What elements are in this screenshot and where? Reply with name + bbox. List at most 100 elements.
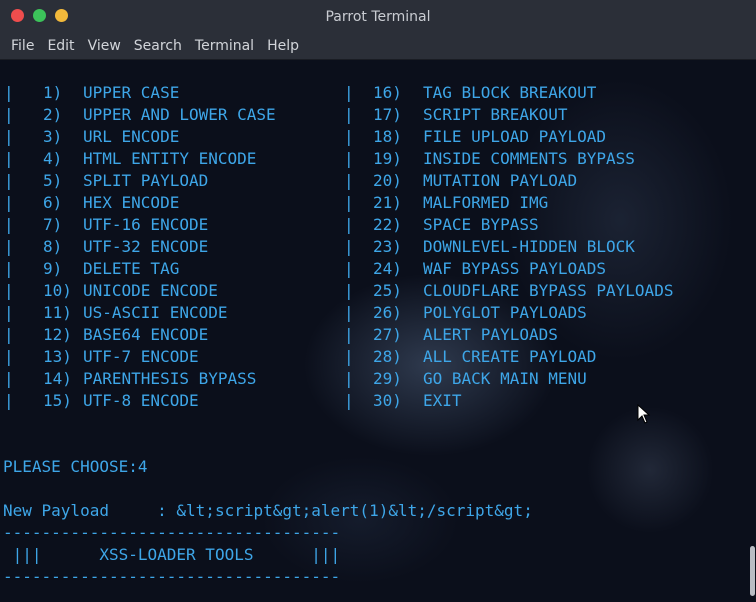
option-label: MALFORMED IMG (423, 193, 549, 212)
option-label: UPPER AND LOWER CASE (83, 105, 276, 124)
row-left-border: | (4, 325, 14, 344)
option-label: EXIT (423, 391, 462, 410)
column-separator: | (344, 127, 354, 146)
option-label: UTF-16 ENCODE (83, 215, 209, 234)
row-left-border: | (4, 215, 14, 234)
banner-bottom-dashes: ----------------------------------- (3, 567, 341, 586)
option-number: 24) (373, 259, 402, 278)
option-number: 13) (43, 347, 72, 366)
choice-prompt: PLEASE CHOOSE:4 (3, 457, 148, 476)
option-label: SPLIT PAYLOAD (83, 171, 209, 190)
option-label: HEX ENCODE (83, 193, 180, 212)
row-left-border: | (4, 83, 14, 102)
option-number: 14) (43, 369, 72, 388)
option-label: US-ASCII ENCODE (83, 303, 228, 322)
option-number: 19) (373, 149, 402, 168)
option-number: 12) (43, 325, 72, 344)
option-label: DOWNLEVEL-HIDDEN BLOCK (423, 237, 635, 256)
option-label: SPACE BYPASS (423, 215, 539, 234)
menu-bar: File Edit View Search Terminal Help (0, 33, 756, 60)
option-number: 11) (43, 303, 72, 322)
row-left-border: | (4, 237, 14, 256)
row-left-border: | (4, 171, 14, 190)
option-number: 17) (373, 105, 402, 124)
banner-right-bars: ||| (311, 545, 341, 564)
column-separator: | (344, 215, 354, 234)
column-separator: | (344, 391, 354, 410)
payload-line: New Payload : &lt;script&gt;alert(1)&lt;… (3, 500, 533, 522)
menu-terminal[interactable]: Terminal (195, 38, 254, 54)
banner-title-line: ||| XSS-LOADER TOOLS ||| (3, 544, 341, 566)
option-label: ALERT PAYLOADS (423, 325, 558, 344)
menu-row: | 2) UPPER AND LOWER CASE | 17) SCRIPT BREAKO… (0, 104, 756, 126)
banner-left-bars: ||| (12, 545, 42, 564)
option-number: 20) (373, 171, 402, 190)
row-left-border: | (4, 127, 14, 146)
banner-title: XSS-LOADER TOOLS (99, 545, 254, 564)
menu-edit[interactable]: Edit (47, 38, 74, 54)
option-number: 30) (373, 391, 402, 410)
row-left-border: | (4, 149, 14, 168)
option-number: 5) (43, 171, 63, 190)
row-left-border: | (4, 281, 14, 300)
option-label: BASE64 ENCODE (83, 325, 209, 344)
option-label: UTF-32 ENCODE (83, 237, 209, 256)
banner-top-dashes: ----------------------------------- (3, 523, 341, 542)
option-label: FILE UPLOAD PAYLOAD (423, 127, 607, 146)
option-number: 4) (43, 149, 63, 168)
column-separator: | (344, 105, 354, 124)
row-left-border: | (4, 391, 14, 410)
option-label: UNICODE ENCODE (83, 281, 218, 300)
row-left-border: | (4, 193, 14, 212)
payload-label: New Payload : (3, 501, 167, 520)
menu-row: | 9) DELETE TAG | 24) WAF BYPASS PAYLOADS (0, 258, 756, 280)
title-bar: Parrot Terminal (0, 0, 756, 34)
menu-row: | 4) HTML ENTITY ENCODE | 19) INSIDE COMMENTS… (0, 148, 756, 170)
menu-row: | 11) US-ASCII ENCODE | 26) POLYGLOT PAYLOADS (0, 302, 756, 324)
column-separator: | (344, 281, 354, 300)
option-label: ALL CREATE PAYLOAD (423, 347, 597, 366)
option-number: 3) (43, 127, 63, 146)
column-separator: | (344, 325, 354, 344)
option-label: INSIDE COMMENTS BYPASS (423, 149, 635, 168)
menu-row: | 7) UTF-16 ENCODE | 22) SPACE BYPASS (0, 214, 756, 236)
terminal-output[interactable]: PLEASE CHOOSE:4 New Payload : &lt;script… (0, 60, 756, 602)
column-separator: | (344, 259, 354, 278)
option-number: 6) (43, 193, 63, 212)
scrollbar[interactable] (748, 60, 756, 602)
option-number: 18) (373, 127, 402, 146)
row-left-border: | (4, 369, 14, 388)
option-number: 23) (373, 237, 402, 256)
option-label: TAG BLOCK BREAKOUT (423, 83, 597, 102)
option-number: 16) (373, 83, 402, 102)
option-label: URL ENCODE (83, 127, 180, 146)
menu-row: | 6) HEX ENCODE | 21) MALFORMED IMG (0, 192, 756, 214)
menu-file[interactable]: File (11, 38, 34, 54)
payload-value: &lt;script&gt;alert(1)&lt;/script&gt; (176, 501, 533, 520)
row-left-border: | (4, 347, 14, 366)
option-label: SCRIPT BREAKOUT (423, 105, 568, 124)
menu-row: | 3) URL ENCODE | 18) FILE UPLOAD PAYLOAD (0, 126, 756, 148)
row-left-border: | (4, 259, 14, 278)
option-number: 25) (373, 281, 402, 300)
option-label: POLYGLOT PAYLOADS (423, 303, 587, 322)
option-number: 21) (373, 193, 402, 212)
menu-row: | 8) UTF-32 ENCODE | 23) DOWNLEVEL-HIDDEN BLO… (0, 236, 756, 258)
column-separator: | (344, 149, 354, 168)
option-number: 10) (43, 281, 72, 300)
menu-search[interactable]: Search (134, 38, 182, 54)
menu-row: | 14) PARENTHESIS BYPASS | 29) GO BACK MAIN M… (0, 368, 756, 390)
menu-help[interactable]: Help (267, 38, 299, 54)
column-separator: | (344, 347, 354, 366)
scrollbar-thumb[interactable] (750, 546, 755, 596)
row-left-border: | (4, 105, 14, 124)
menu-row: | 5) SPLIT PAYLOAD | 20) MUTATION PAYLOAD (0, 170, 756, 192)
menu-view[interactable]: View (88, 38, 121, 54)
mouse-pointer-icon (637, 404, 651, 424)
option-label: WAF BYPASS PAYLOADS (423, 259, 607, 278)
column-separator: | (344, 83, 354, 102)
menu-row: | 10) UNICODE ENCODE | 25) CLOUDFLARE BYPASS … (0, 280, 756, 302)
terminal-window: Parrot Terminal File Edit View Search Te… (0, 0, 756, 602)
menu-row: | 13) UTF-7 ENCODE | 28) ALL CREATE PAYLOAD (0, 346, 756, 368)
option-number: 26) (373, 303, 402, 322)
